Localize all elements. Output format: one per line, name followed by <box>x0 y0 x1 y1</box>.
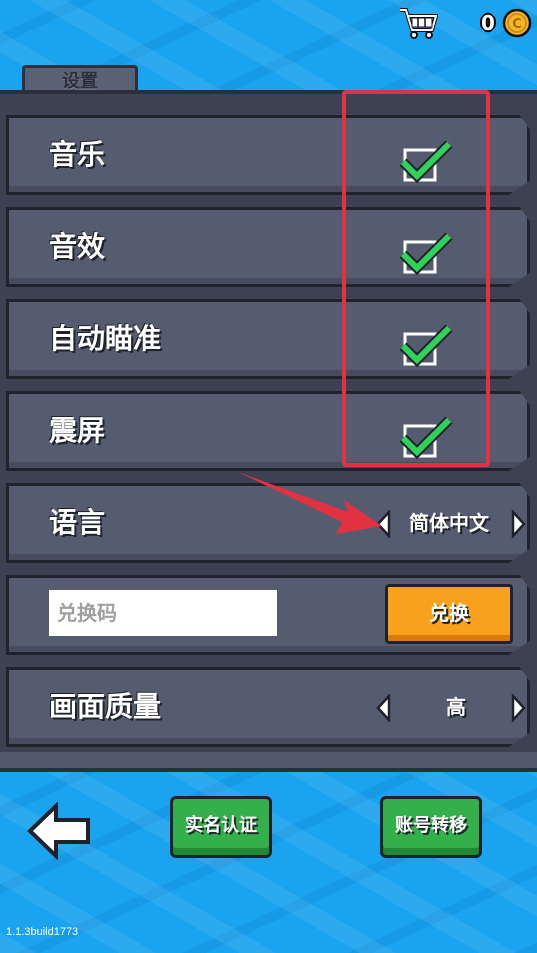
coin-count: 0 <box>481 11 495 35</box>
redeem-button[interactable]: 兑换 <box>385 584 513 644</box>
red-pointer-arrow-icon <box>238 472 382 534</box>
svg-text:C: C <box>512 17 522 32</box>
row-redeem-code: 兑换 <box>6 575 530 655</box>
shopping-cart-icon[interactable] <box>398 6 438 40</box>
language-value: 简体中文 <box>409 511 489 535</box>
language-label: 语言 <box>49 506 106 539</box>
quality-prev-arrow-icon[interactable] <box>375 694 393 722</box>
language-next-arrow-icon[interactable] <box>509 510 527 538</box>
row-graphics-quality: 画面质量 高 <box>6 667 530 747</box>
music-label: 音乐 <box>49 138 106 171</box>
graphics-quality-label: 画面质量 <box>49 690 162 723</box>
version-text: 1.1.3build1773 <box>6 926 79 938</box>
sound-effects-label: 音效 <box>49 230 106 263</box>
screen-shake-label: 震屏 <box>49 414 106 447</box>
coin-icon: C <box>502 8 532 38</box>
graphics-quality-value: 高 <box>446 695 466 719</box>
back-arrow-icon[interactable] <box>26 802 92 860</box>
auto-aim-label: 自动瞄准 <box>49 322 162 355</box>
redeem-code-input[interactable] <box>49 590 277 636</box>
checkbox-highlight-box <box>342 90 490 467</box>
quality-next-arrow-icon[interactable] <box>509 694 527 722</box>
account-transfer-button[interactable]: 账号转移 <box>380 796 482 858</box>
real-name-verification-button[interactable]: 实名认证 <box>170 796 272 858</box>
